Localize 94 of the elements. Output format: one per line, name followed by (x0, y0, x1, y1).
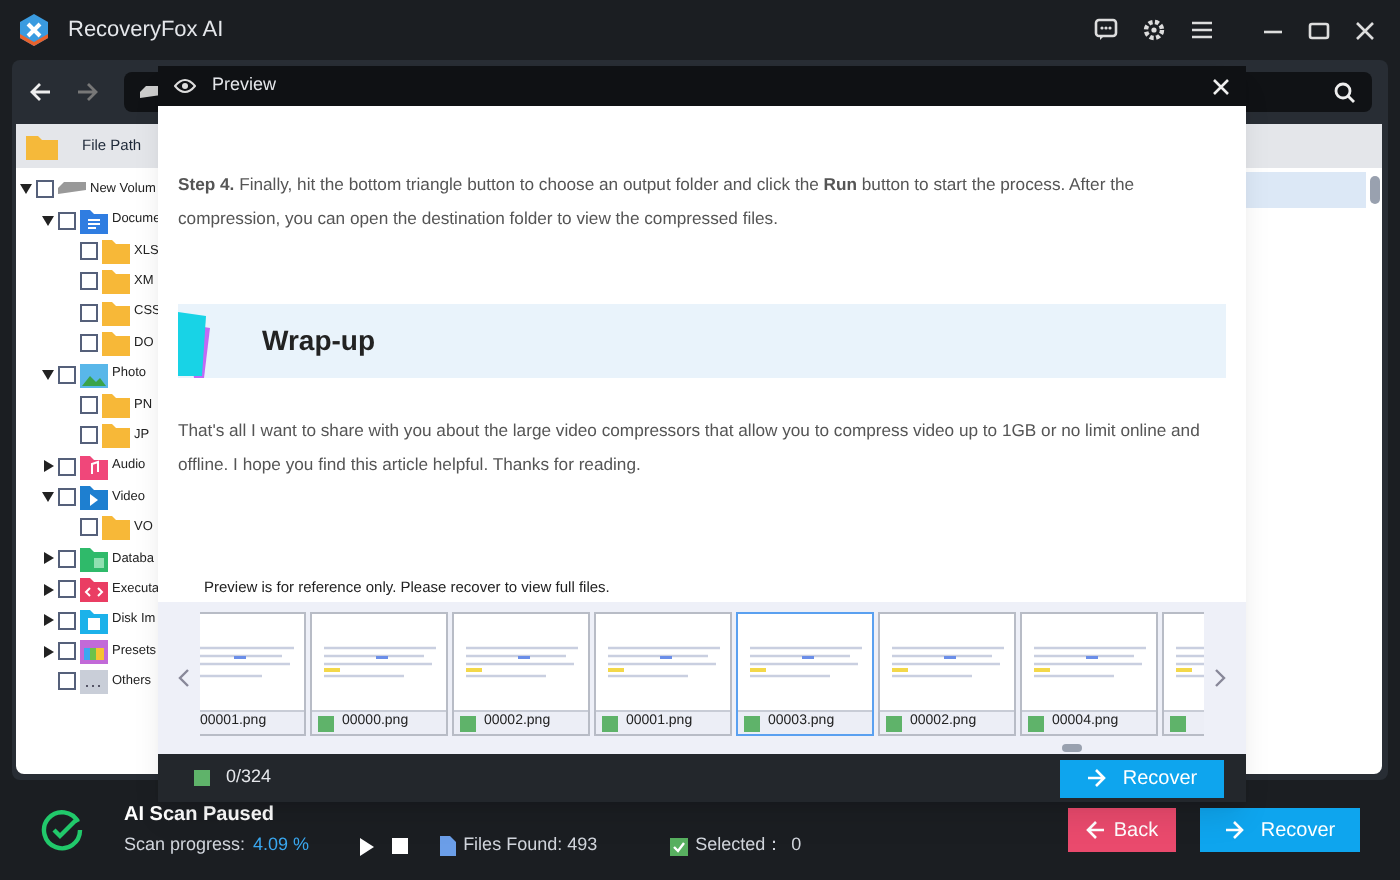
progress-value: 4.09 % (253, 832, 310, 859)
collapse-triangle-icon[interactable] (43, 552, 53, 565)
folder-icon (102, 422, 130, 449)
arrow-right-icon (1086, 768, 1107, 788)
eye-icon (174, 78, 196, 94)
folder-icon (102, 391, 130, 418)
settings-icon[interactable] (1142, 18, 1166, 42)
search-icon[interactable] (1334, 81, 1356, 103)
chevron-left-icon[interactable] (178, 668, 190, 688)
dialog-title: Preview (212, 72, 277, 99)
document-thumbnail-drawing (323, 646, 435, 678)
checkbox[interactable] (80, 272, 98, 291)
document-thumbnail-drawing (1033, 646, 1145, 678)
folder-icon (102, 330, 130, 357)
document-thumbnail-drawing (465, 646, 577, 678)
checkbox[interactable] (58, 672, 76, 691)
checkbox-icon[interactable] (744, 715, 760, 731)
forward-arrow-icon[interactable] (76, 80, 100, 104)
back-button[interactable]: Back (1068, 808, 1176, 852)
checkbox[interactable] (80, 518, 98, 537)
presets-folder-icon (80, 638, 108, 665)
checkbox[interactable] (58, 549, 76, 568)
document-thumbnail-drawing (607, 646, 719, 678)
checkbox-icon[interactable] (602, 715, 618, 731)
checkbox[interactable] (58, 211, 76, 230)
close-icon[interactable] (1212, 77, 1230, 95)
arrow-right-icon (1224, 820, 1245, 840)
collapse-triangle-icon[interactable] (43, 583, 53, 596)
checkbox[interactable] (58, 488, 76, 507)
checkbox-icon[interactable] (886, 715, 902, 731)
document-thumbnail-drawing (200, 646, 293, 678)
checked-box-icon (669, 837, 688, 855)
scan-status-title: AI Scan Paused (124, 802, 277, 831)
files-found-text: Files Found: 493 (463, 832, 598, 859)
progress-label: Scan progress: (124, 832, 246, 859)
checkbox[interactable] (80, 426, 98, 445)
collapse-triangle-icon[interactable] (43, 645, 53, 658)
music-folder-icon (80, 453, 108, 480)
checkbox[interactable] (58, 365, 76, 384)
video-folder-icon (80, 484, 108, 511)
folder-icon (26, 133, 58, 159)
section-heading: Wrap-up (262, 322, 376, 360)
collapse-triangle-icon[interactable] (43, 460, 53, 473)
disk-folder-icon (80, 607, 108, 634)
checkbox-icon[interactable] (1170, 715, 1186, 731)
selected-label: Selected： (695, 832, 784, 859)
back-arrow-icon[interactable] (28, 80, 52, 104)
window-title: RecoveryFox AI (68, 15, 224, 46)
stop-icon[interactable] (391, 838, 408, 854)
arrow-left-icon (1085, 820, 1106, 840)
paragraph: Step 4. Finally, hit the bottom triangle button to choose an output folder and click the Run button to start the process. After the compression, you can open the destination folder to view the compressed files. (178, 172, 1137, 232)
checkbox[interactable] (58, 580, 76, 599)
checkbox-icon[interactable] (318, 715, 334, 731)
folder-icon (102, 237, 130, 264)
checkbox[interactable] (58, 642, 76, 661)
expand-triangle-icon[interactable] (42, 369, 54, 380)
menu-icon[interactable] (1190, 18, 1214, 42)
scrollbar[interactable] (1370, 176, 1380, 204)
file-icon (439, 836, 456, 856)
checkbox[interactable] (58, 457, 76, 476)
scrollbar[interactable] (1062, 744, 1082, 752)
checkbox[interactable] (58, 611, 76, 630)
expand-triangle-icon[interactable] (42, 492, 54, 503)
folder-icon (102, 514, 130, 541)
code-folder-icon (80, 576, 108, 603)
expand-triangle-icon[interactable] (42, 215, 54, 226)
maximize-icon[interactable] (1308, 19, 1330, 41)
document-thumbnail-drawing (749, 646, 861, 678)
selected-count: 0 (791, 832, 802, 859)
image-folder-icon (80, 361, 108, 388)
document-thumbnail-drawing (891, 646, 1003, 678)
checkbox-icon[interactable] (194, 770, 210, 786)
database-folder-icon (80, 545, 108, 572)
expand-triangle-icon[interactable] (20, 184, 32, 195)
checkbox[interactable] (36, 180, 54, 199)
folder-icon (102, 268, 130, 295)
close-icon[interactable] (1354, 19, 1376, 41)
checkbox[interactable] (80, 334, 98, 353)
chevron-right-icon[interactable] (1214, 668, 1226, 688)
checkbox[interactable] (80, 303, 98, 322)
play-icon[interactable] (357, 837, 376, 855)
document-folder-icon (80, 207, 108, 234)
collapse-triangle-icon[interactable] (43, 614, 53, 627)
check-circle-icon (40, 808, 84, 852)
checkbox-icon[interactable] (460, 715, 476, 731)
app-logo-icon (16, 12, 52, 48)
checkbox[interactable] (80, 395, 98, 414)
paragraph: That's all I want to share with you about the large video compressors that allow you to compress video up to 1GB or no limit online and offline. I hope you find this article helpful. Thanks for reading. (178, 418, 1202, 478)
chat-icon[interactable] (1094, 18, 1118, 42)
checkbox-icon[interactable] (1028, 715, 1044, 731)
checkbox[interactable] (80, 241, 98, 260)
selection-count: 0/324 (226, 764, 272, 791)
folder-icon (102, 299, 130, 326)
others-folder-icon (80, 668, 108, 695)
